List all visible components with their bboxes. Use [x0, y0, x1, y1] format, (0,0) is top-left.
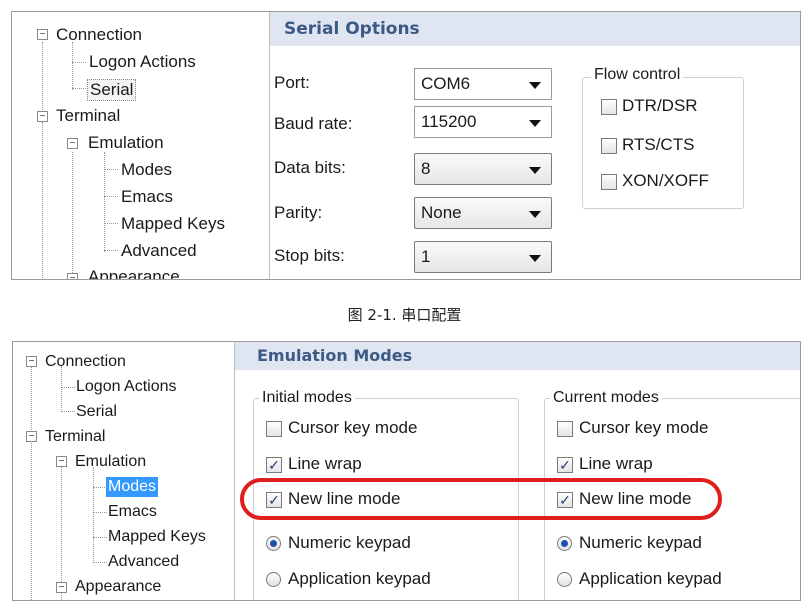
initial-modes-title: Initial modes	[259, 389, 355, 407]
new-line-mode-highlight	[240, 478, 722, 520]
current-application-keypad-radio[interactable]	[557, 572, 572, 587]
initial-cursor-key-checkbox[interactable]	[266, 421, 282, 437]
current-numeric-keypad-radio[interactable]	[557, 536, 572, 551]
data-bits-select[interactable]: 8	[414, 153, 552, 185]
initial-line-wrap-checkbox[interactable]: ✓	[266, 457, 282, 473]
port-label: Port:	[274, 73, 310, 92]
appearance-expand-icon[interactable]: −	[67, 273, 78, 279]
tree-item-logon-actions[interactable]: Logon Actions	[76, 377, 177, 397]
figure-caption: 图 2-1. 串口配置	[347, 306, 462, 324]
stop-bits-label: Stop bits:	[274, 246, 345, 265]
tree-item-emacs[interactable]: Emacs	[108, 502, 157, 522]
emulation-collapse-icon[interactable]: −	[56, 456, 67, 467]
current-line-wrap-checkbox[interactable]: ✓	[557, 457, 573, 473]
current-numeric-keypad-label[interactable]: Numeric keypad	[579, 533, 702, 553]
current-cursor-key-label[interactable]: Cursor key mode	[579, 418, 708, 438]
current-modes-title: Current modes	[550, 389, 662, 407]
chevron-down-icon	[529, 167, 541, 174]
checkmark-icon: ✓	[268, 457, 280, 473]
tree-item-mapped-keys[interactable]: Mapped Keys	[121, 214, 225, 234]
rts-cts-label[interactable]: RTS/CTS	[622, 135, 694, 155]
section-title: Emulation Modes	[257, 346, 413, 365]
rts-cts-checkbox[interactable]	[601, 138, 617, 154]
section-header: Serial Options	[270, 12, 800, 46]
stop-bits-select[interactable]: 1	[414, 241, 552, 273]
tree-item-serial[interactable]: Serial	[76, 402, 117, 422]
emulation-modes-pane: Emulation Modes Initial modes Cursor key…	[235, 342, 800, 600]
emulation-modes-dialog: − Connection Logon Actions Serial − Term…	[12, 341, 801, 601]
tree-item-emulation[interactable]: Emulation	[88, 133, 164, 153]
connection-collapse-icon[interactable]: −	[26, 356, 37, 367]
tree-item-appearance[interactable]: Appearance	[75, 577, 161, 597]
tree-item-emacs[interactable]: Emacs	[121, 187, 173, 207]
flow-control-title: Flow control	[591, 66, 684, 84]
emulation-collapse-icon[interactable]: −	[67, 138, 78, 149]
initial-application-keypad-label[interactable]: Application keypad	[288, 569, 431, 589]
port-select[interactable]: COM6	[414, 68, 552, 100]
dtr-dsr-checkbox[interactable]	[601, 99, 617, 115]
tree-item-connection[interactable]: Connection	[56, 25, 142, 45]
parity-select[interactable]: None	[414, 197, 552, 229]
baud-rate-select[interactable]: 115200	[414, 106, 552, 138]
initial-application-keypad-radio[interactable]	[266, 572, 281, 587]
baud-rate-label: Baud rate:	[274, 114, 353, 133]
dtr-dsr-label[interactable]: DTR/DSR	[622, 96, 698, 116]
tree-item-terminal[interactable]: Terminal	[45, 427, 105, 447]
tree-item-serial[interactable]: Serial	[87, 79, 137, 101]
chevron-down-icon	[529, 255, 541, 262]
terminal-collapse-icon[interactable]: −	[37, 111, 48, 122]
serial-options-dialog: − Connection Logon Actions Serial − Term…	[11, 11, 801, 280]
initial-numeric-keypad-label[interactable]: Numeric keypad	[288, 533, 411, 553]
data-bits-label: Data bits:	[274, 158, 346, 177]
current-application-keypad-label[interactable]: Application keypad	[579, 569, 722, 589]
stop-bits-value: 1	[421, 247, 431, 266]
tree-item-appearance[interactable]: Appearance	[88, 267, 180, 279]
tree-item-emulation[interactable]: Emulation	[75, 452, 146, 472]
baud-rate-value: 115200	[421, 112, 477, 131]
tree-item-advanced[interactable]: Advanced	[108, 552, 179, 572]
tree-item-connection[interactable]: Connection	[45, 352, 126, 372]
initial-cursor-key-label[interactable]: Cursor key mode	[288, 418, 417, 438]
initial-numeric-keypad-radio[interactable]	[266, 536, 281, 551]
port-value: COM6	[421, 74, 471, 93]
chevron-down-icon	[529, 120, 541, 127]
chevron-down-icon	[529, 82, 541, 89]
tree-item-terminal[interactable]: Terminal	[56, 106, 120, 126]
tree-item-modes[interactable]: Modes	[121, 160, 172, 180]
xon-xoff-label[interactable]: XON/XOFF	[622, 171, 709, 191]
initial-line-wrap-label[interactable]: Line wrap	[288, 454, 362, 474]
parity-label: Parity:	[274, 203, 323, 222]
tree-item-logon-actions[interactable]: Logon Actions	[89, 52, 196, 72]
current-line-wrap-label[interactable]: Line wrap	[579, 454, 653, 474]
category-tree: − Connection Logon Actions Serial − Term…	[13, 342, 235, 600]
chevron-down-icon	[529, 211, 541, 218]
terminal-collapse-icon[interactable]: −	[26, 431, 37, 442]
current-cursor-key-checkbox[interactable]	[557, 421, 573, 437]
data-bits-value: 8	[421, 159, 431, 178]
section-title: Serial Options	[284, 19, 420, 39]
section-header: Emulation Modes	[235, 342, 800, 370]
checkmark-icon: ✓	[559, 457, 571, 473]
parity-value: None	[421, 203, 462, 222]
tree-item-advanced[interactable]: Advanced	[121, 241, 197, 261]
tree-item-modes[interactable]: Modes	[106, 477, 159, 497]
serial-options-pane: Serial Options Port: COM6 Baud rate: 115…	[270, 12, 800, 279]
xon-xoff-checkbox[interactable]	[601, 174, 617, 190]
tree-item-mapped-keys[interactable]: Mapped Keys	[108, 527, 206, 547]
appearance-expand-icon[interactable]: −	[56, 582, 67, 593]
connection-collapse-icon[interactable]: −	[37, 29, 48, 40]
category-tree: − Connection Logon Actions Serial − Term…	[12, 12, 270, 279]
